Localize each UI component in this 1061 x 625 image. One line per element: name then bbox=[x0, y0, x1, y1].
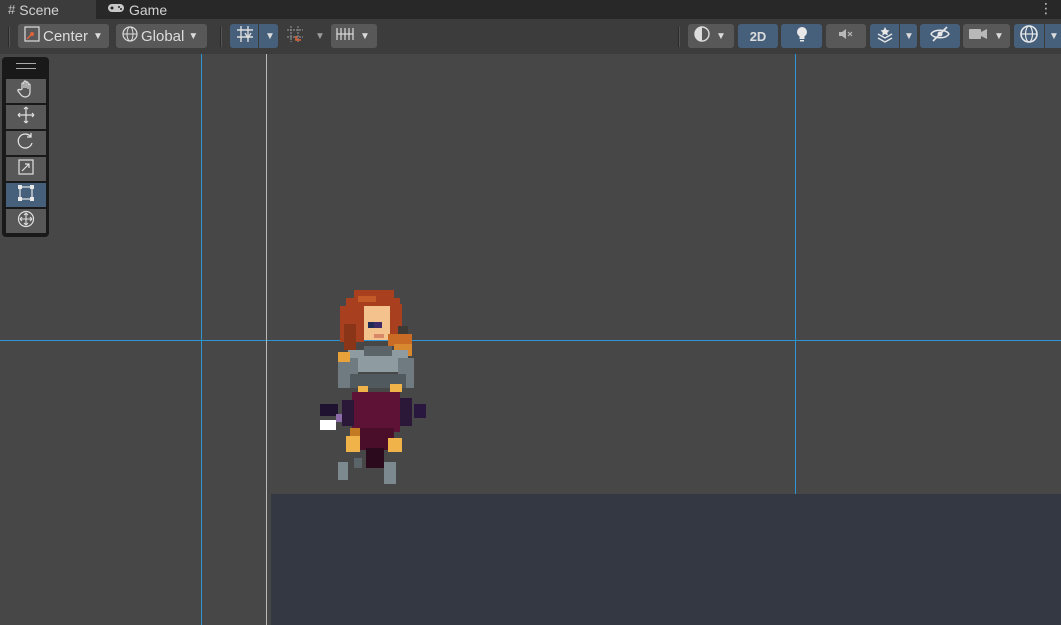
scene-toolbar: Center ▼ Global ▼ ▼ ▼ ▼ ▼ 2D ▼ ▼ ▼ bbox=[0, 19, 1061, 54]
camera-settings-dropdown[interactable]: ▼ bbox=[963, 24, 1010, 48]
toolbar-separator bbox=[220, 27, 222, 47]
layers-effects-icon bbox=[875, 25, 895, 47]
tab-game[interactable]: Game bbox=[104, 0, 184, 19]
chevron-down-icon: ▼ bbox=[716, 30, 726, 42]
eye-hidden-icon bbox=[929, 25, 951, 47]
toolbar-separator bbox=[8, 27, 10, 47]
rotate-icon bbox=[16, 131, 36, 156]
snap-increment-icon bbox=[285, 24, 305, 48]
chevron-down-icon[interactable]: ▼ bbox=[1049, 31, 1059, 42]
character-sprite-art bbox=[320, 290, 426, 484]
tools-overlay-panel bbox=[2, 57, 49, 237]
gamepad-icon bbox=[107, 2, 125, 17]
rotate-tool-button[interactable] bbox=[6, 131, 46, 155]
scene-effects-dropdown[interactable]: ▼ bbox=[870, 24, 917, 48]
increment-snapping-button[interactable]: ▼ bbox=[282, 24, 328, 48]
scene-viewport[interactable] bbox=[0, 54, 1061, 625]
panel-drag-handle[interactable] bbox=[16, 63, 36, 69]
grid-snap-icon bbox=[235, 24, 255, 48]
rect-transform-icon bbox=[16, 183, 36, 208]
chevron-down-icon: ▼ bbox=[994, 30, 1004, 42]
2d-mode-label: 2D bbox=[749, 28, 767, 44]
view-tool-button[interactable] bbox=[6, 79, 46, 103]
pivot-rotation-dropdown[interactable]: Global ▼ bbox=[116, 24, 207, 48]
scale-icon bbox=[16, 157, 36, 182]
chevron-down-icon: ▼ bbox=[93, 30, 103, 42]
transform-icon bbox=[16, 209, 36, 234]
chevron-down-icon: ▼ bbox=[188, 30, 199, 42]
move-arrows-icon bbox=[16, 105, 36, 130]
pivot-mode-dropdown[interactable]: Center ▼ bbox=[18, 24, 109, 48]
character-sprite[interactable] bbox=[318, 288, 428, 488]
tab-scene[interactable]: # Scene bbox=[0, 0, 96, 19]
tab-game-label: Game bbox=[129, 1, 168, 18]
pivot-mode-label: Center bbox=[43, 27, 89, 45]
grid-snapping-toggle[interactable]: ▼ bbox=[230, 24, 278, 48]
draw-mode-dropdown[interactable]: ▼ bbox=[688, 24, 734, 48]
globe-icon bbox=[121, 25, 139, 47]
ruler-grid-icon bbox=[335, 24, 355, 48]
scene-visibility-toggle[interactable] bbox=[920, 24, 960, 48]
tab-scene-label: Scene bbox=[19, 1, 59, 18]
2d-mode-toggle[interactable]: 2D bbox=[738, 24, 778, 48]
audio-muted-icon bbox=[837, 26, 855, 46]
lightbulb-icon bbox=[794, 25, 810, 47]
tab-bar: # Scene Game ⋮ bbox=[0, 0, 1061, 19]
transform-tool-button[interactable] bbox=[6, 209, 46, 233]
kebab-menu-icon[interactable]: ⋮ bbox=[1039, 0, 1053, 19]
gizmos-dropdown[interactable]: ▼ bbox=[1014, 24, 1061, 48]
scene-lighting-toggle[interactable] bbox=[781, 24, 822, 48]
move-tool-button[interactable] bbox=[6, 105, 46, 129]
chevron-down-icon[interactable]: ▼ bbox=[904, 31, 914, 42]
camera-bound-line bbox=[795, 54, 796, 494]
chevron-down-icon[interactable]: ▼ bbox=[315, 31, 325, 42]
camera-icon bbox=[968, 26, 988, 46]
hand-icon bbox=[16, 79, 36, 104]
ground-tile[interactable] bbox=[271, 494, 1061, 625]
rect-tool-button[interactable] bbox=[6, 183, 46, 207]
toolbar-separator bbox=[678, 27, 680, 47]
scene-audio-toggle[interactable] bbox=[826, 24, 866, 48]
grid-visibility-dropdown[interactable]: ▼ bbox=[331, 24, 377, 48]
chevron-down-icon[interactable]: ▼ bbox=[265, 31, 275, 42]
hash-icon: # bbox=[8, 2, 16, 17]
gizmo-globe-icon bbox=[1018, 23, 1040, 49]
world-axis-line bbox=[266, 54, 267, 625]
pivot-rotation-label: Global bbox=[141, 27, 185, 45]
camera-bound-line bbox=[0, 340, 1061, 341]
scale-tool-button[interactable] bbox=[6, 157, 46, 181]
chevron-down-icon: ▼ bbox=[360, 30, 370, 42]
shading-sphere-icon bbox=[692, 24, 712, 48]
pivot-center-icon bbox=[23, 25, 41, 47]
